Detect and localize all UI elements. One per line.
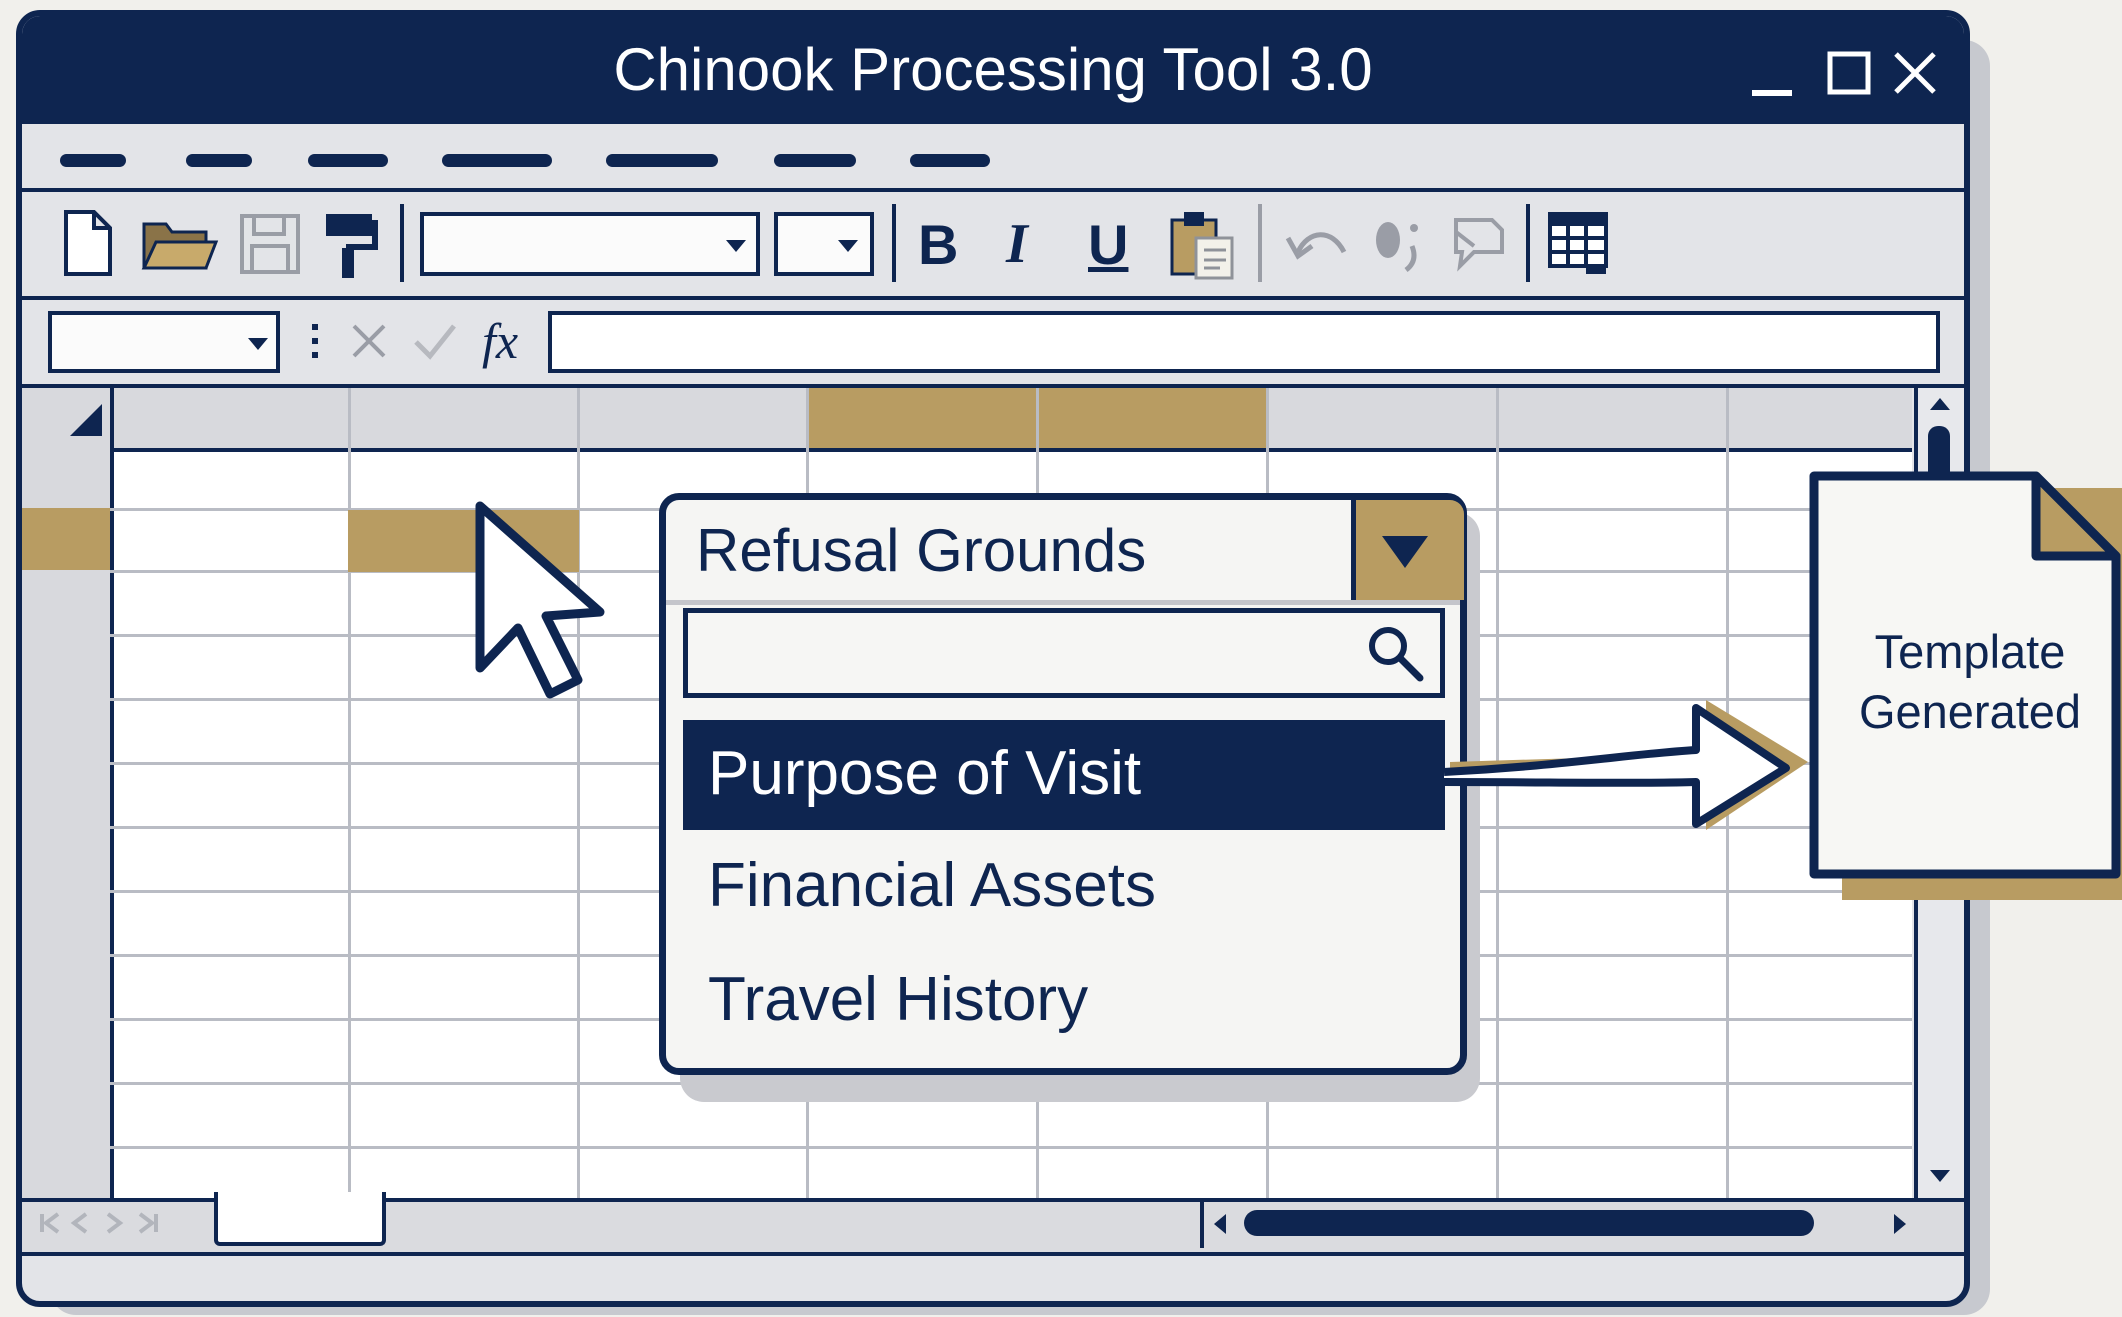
dropdown-option-financial-assets[interactable]: Financial Assets [708,850,1156,921]
cancel-icon[interactable] [346,318,392,364]
bold-icon[interactable]: B [918,212,958,277]
dropdown-search-input[interactable] [683,608,1445,698]
table-icon[interactable] [1546,210,1610,278]
toolbar-separator [892,204,896,282]
dropdown-option-purpose-of-visit[interactable]: Purpose of Visit [708,738,1141,809]
selected-row-header[interactable] [22,508,110,570]
menu-item-1[interactable] [60,154,126,167]
generate-arrow-icon [1443,700,1808,830]
scroll-down-icon[interactable] [1926,1166,1954,1186]
menu-item-6[interactable] [774,154,856,167]
dropdown-header-divider [666,600,1460,605]
doc-label-line2: Generated [1858,685,2082,738]
dropdown-option-travel-history[interactable]: Travel History [708,964,1088,1035]
menu-item-7[interactable] [910,154,990,167]
enter-check-icon[interactable] [410,318,460,364]
format-painter-icon[interactable] [322,210,382,280]
mouse-pointer-icon [475,501,605,699]
scroll-left-icon[interactable] [1208,1210,1232,1238]
redo-icon[interactable] [1370,212,1430,276]
open-folder-icon[interactable] [140,212,220,276]
maximize-icon[interactable] [1827,51,1871,95]
minimize-icon[interactable] [1752,90,1792,96]
sheet-navigation-icon[interactable] [36,1208,206,1238]
search-icon[interactable] [1366,624,1426,684]
row-line [110,1146,1912,1149]
scroll-right-icon[interactable] [1888,1210,1912,1238]
undo-icon[interactable] [1284,216,1350,272]
dropdown-header: Refusal Grounds [696,517,1147,584]
menu-divider [22,188,1964,192]
toolbar-divider [22,296,1964,300]
close-icon[interactable] [1894,52,1936,94]
scroll-up-icon[interactable] [1926,394,1954,414]
toolbar-separator [1526,204,1530,282]
font-name-select[interactable] [420,212,760,276]
toolbar-separator [400,204,404,282]
menu-item-2[interactable] [186,154,252,167]
underline-icon[interactable]: U [1088,212,1128,277]
menu-item-3[interactable] [308,154,388,167]
chevron-down-icon [838,240,858,252]
menu-item-5[interactable] [606,154,718,167]
chevron-down-icon [248,338,268,350]
menu-item-4[interactable] [442,154,552,167]
sheet-tab[interactable] [214,1192,386,1246]
doc-label-line1: Template [1874,625,2066,678]
comment-icon[interactable] [1446,212,1510,276]
name-box[interactable] [48,311,280,373]
paste-icon[interactable] [1168,206,1236,282]
horizontal-scroll-thumb[interactable] [1244,1210,1814,1236]
new-document-icon[interactable] [60,208,116,278]
drag-handle[interactable] [312,324,318,360]
fx-icon[interactable]: fx [482,312,518,370]
chevron-down-icon [726,240,746,252]
template-generated-label: Template Generated [1820,622,2120,742]
toolbar-separator [1258,204,1262,282]
formula-input[interactable] [548,311,1940,373]
triangle-down-icon [1382,536,1428,568]
window-controls [1752,51,1936,96]
window-title: Chinook Processing Tool 3.0 [613,36,1373,103]
italic-icon[interactable]: I [1006,212,1028,276]
save-icon[interactable] [238,212,302,276]
font-size-select[interactable] [774,212,874,276]
select-all-corner[interactable] [68,402,104,438]
